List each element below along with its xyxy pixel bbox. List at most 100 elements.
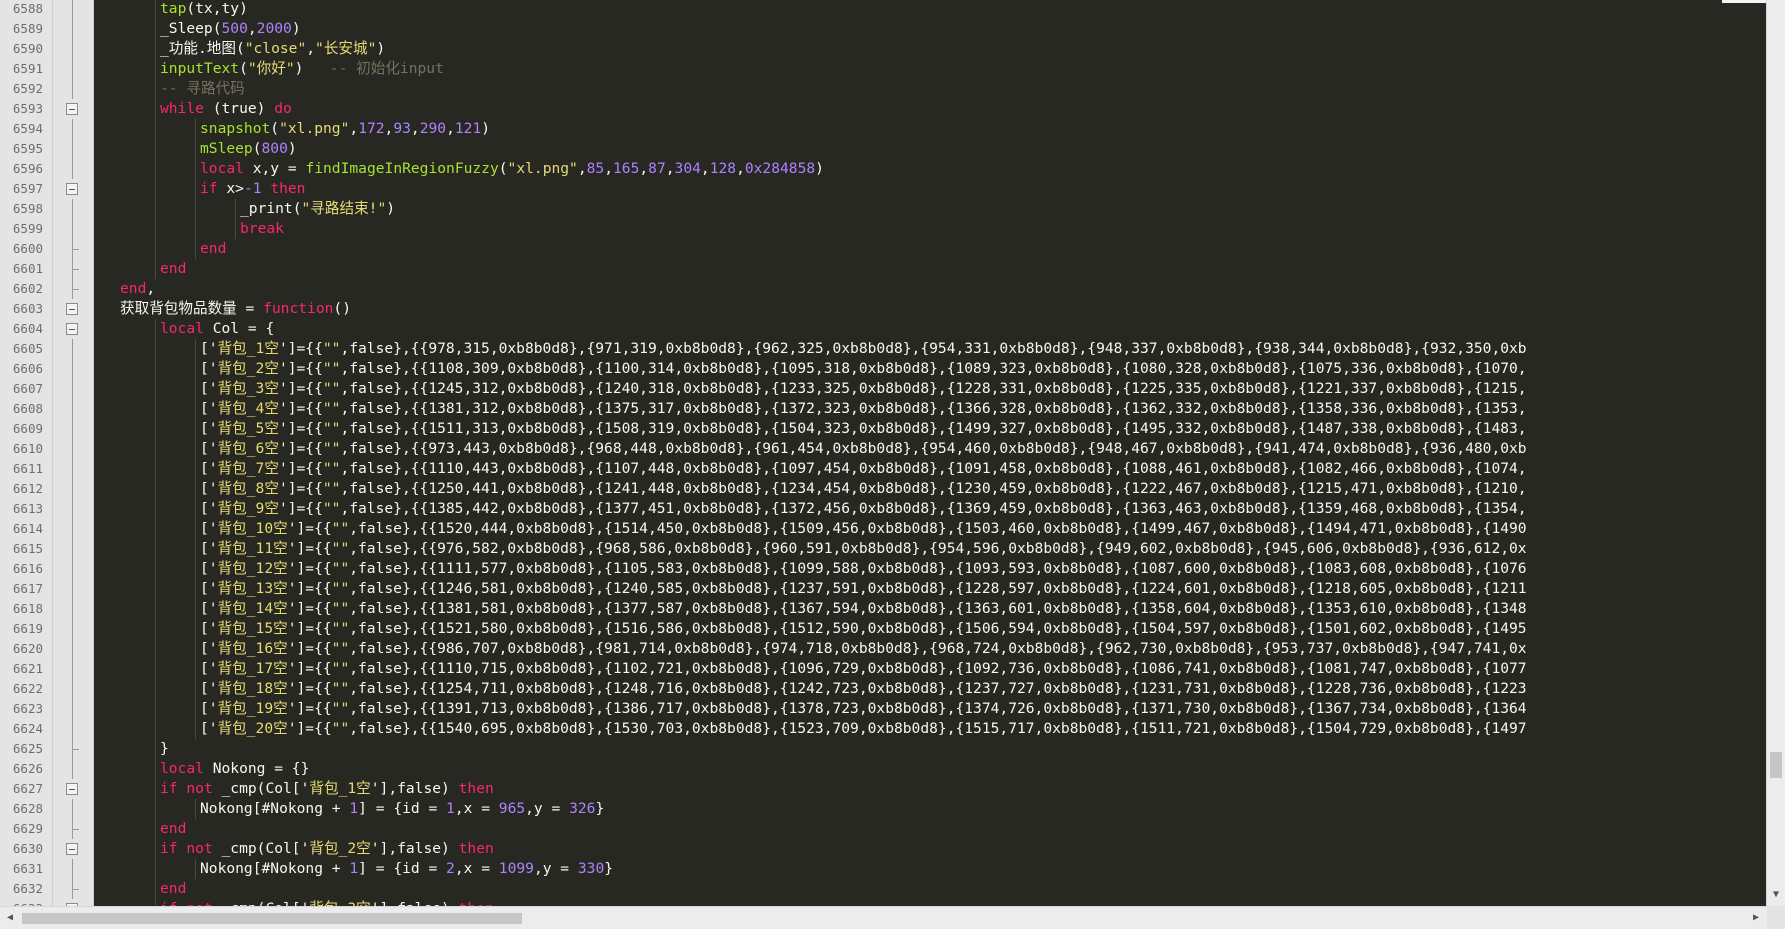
code-line[interactable]: local Nokong = {} — [160, 759, 309, 779]
code-line[interactable]: ['背包_6空']={{"",false},{{973,443,0xb8b0d8… — [200, 439, 1527, 459]
code-line[interactable]: end — [160, 879, 186, 899]
code-token: ,false},{{1540,695,0xb8b0d8},{1530,703,0… — [349, 720, 1527, 737]
horizontal-scroll-thumb[interactable] — [22, 913, 522, 924]
code-line[interactable]: if not _cmp(Col['背包_3空'],false) then — [160, 899, 494, 906]
indent-guide — [155, 219, 156, 239]
code-token: ']={{ — [278, 380, 323, 397]
code-token: [' — [200, 640, 218, 657]
code-line[interactable]: tap(tx,ty) — [160, 0, 248, 19]
code-line[interactable]: while (true) do — [160, 99, 292, 119]
code-line[interactable]: ['背包_19空']={{"",false},{{1391,713,0xb8b0… — [200, 699, 1527, 719]
code-line[interactable]: local Col = { — [160, 319, 274, 339]
code-line[interactable]: _Sleep(500,2000) — [160, 19, 301, 39]
line-number: 6616 — [12, 561, 43, 576]
code-token: end — [120, 280, 147, 297]
code-line[interactable]: ['背包_13空']={{"",false},{{1246,581,0xb8b0… — [200, 579, 1527, 599]
code-token: 2000 — [256, 20, 292, 37]
code-line[interactable]: ['背包_16空']={{"",false},{{986,707,0xb8b0d… — [200, 639, 1527, 659]
code-line[interactable]: 获取背包物品数量 = function() — [120, 299, 351, 319]
code-token: 背包_15空 — [217, 620, 288, 637]
indent-guide — [155, 879, 156, 899]
fold-line — [72, 799, 73, 819]
fold-end-marker — [72, 249, 79, 250]
code-line[interactable]: _print("寻路结束!") — [240, 199, 395, 219]
code-line[interactable]: ['背包_1空']={{"",false},{{978,315,0xb8b0d8… — [200, 339, 1527, 359]
vertical-scrollbar[interactable]: ▼ — [1766, 0, 1785, 906]
code-token: findImageInRegionFuzzy — [305, 160, 499, 177]
fold-margin[interactable] — [53, 0, 94, 915]
line-number: 6597 — [12, 181, 43, 196]
code-line[interactable]: ['背包_12空']={{"",false},{{1111,577,0xb8b0… — [200, 559, 1527, 579]
code-line[interactable]: end — [160, 259, 186, 279]
code-line[interactable]: ['背包_10空']={{"",false},{{1520,444,0xb8b0… — [200, 519, 1527, 539]
code-line[interactable]: ['背包_18空']={{"",false},{{1254,711,0xb8b0… — [200, 679, 1527, 699]
code-token: ']={{ — [287, 640, 332, 657]
code-line[interactable]: _功能.地图("close","长安城") — [160, 39, 385, 59]
line-number: 6603 — [12, 301, 43, 316]
fold-minus-icon[interactable] — [66, 843, 78, 855]
code-line[interactable]: local x,y = findImageInRegionFuzzy("xl.p… — [200, 159, 824, 179]
horizontal-scrollbar[interactable]: ◀ ▶ — [0, 906, 1767, 929]
code-line[interactable]: ['背包_7空']={{"",false},{{1110,443,0xb8b0d… — [200, 459, 1527, 479]
code-token: ,false},{{1110,443,0xb8b0d8},{1107,448,0… — [340, 460, 1527, 477]
code-line[interactable]: ['背包_11空']={{"",false},{{976,582,0xb8b0d… — [200, 539, 1527, 559]
scroll-right-arrow-icon[interactable]: ▶ — [1750, 912, 1762, 924]
indent-guide — [235, 219, 236, 239]
code-line[interactable]: Nokong[#Nokong + 1] = {id = 1,x = 965,y … — [200, 799, 604, 819]
code-token: _print( — [240, 200, 302, 217]
code-line[interactable]: ['背包_8空']={{"",false},{{1250,441,0xb8b0d… — [200, 479, 1527, 499]
fold-end-marker — [72, 749, 79, 750]
code-area[interactable]: tap(tx,ty) _Sleep(500,2000) _功能.地图("close"… — [94, 0, 1767, 906]
code-line[interactable]: ['背包_9空']={{"",false},{{1385,442,0xb8b0d… — [200, 499, 1527, 519]
code-line[interactable]: ['背包_3空']={{"",false},{{1245,312,0xb8b0d… — [200, 379, 1527, 399]
vertical-scroll-thumb[interactable] — [1770, 752, 1782, 778]
scroll-down-arrow-icon[interactable]: ▼ — [1770, 889, 1782, 901]
code-editor[interactable]: 6588 6589 6590 6591 6592 6593 6594 6595 6596 6597… — [0, 0, 1785, 929]
indent-guide — [155, 99, 156, 119]
fold-minus-icon[interactable] — [66, 103, 78, 115]
code-line[interactable]: ['背包_20空']={{"",false},{{1540,695,0xb8b0… — [200, 719, 1527, 739]
code-line[interactable]: end — [200, 239, 226, 259]
line-number: 6602 — [12, 281, 43, 296]
code-line[interactable]: ['背包_4空']={{"",false},{{1381,312,0xb8b0d… — [200, 399, 1527, 419]
code-token: ,false},{{1246,581,0xb8b0d8},{1240,585,0… — [349, 580, 1527, 597]
code-line[interactable]: ['背包_5空']={{"",false},{{1511,313,0xb8b0d… — [200, 419, 1527, 439]
code-line[interactable]: if x>-1 then — [200, 179, 305, 199]
code-token: , — [577, 160, 587, 177]
line-number: 6618 — [12, 601, 43, 616]
code-line[interactable]: ['背包_17空']={{"",false},{{1110,715,0xb8b0… — [200, 659, 1527, 679]
code-line[interactable]: if not _cmp(Col['背包_1空'],false) then — [160, 779, 494, 799]
code-line[interactable]: snapshot("xl.png",172,93,290,121) — [200, 119, 490, 139]
code-line[interactable]: end, — [120, 279, 155, 299]
code-line[interactable]: if not _cmp(Col['背包_2空'],false) then — [160, 839, 494, 859]
code-token: 85 — [586, 160, 605, 177]
indent-guide — [155, 559, 156, 579]
fold-minus-icon[interactable] — [66, 183, 78, 195]
code-line[interactable]: ['背包_2空']={{"",false},{{1108,309,0xb8b0d… — [200, 359, 1527, 379]
code-line[interactable]: break — [240, 219, 284, 239]
code-token: 背包_16空 — [217, 640, 288, 657]
fold-minus-icon[interactable] — [66, 303, 78, 315]
code-line[interactable]: mSleep(800) — [200, 139, 297, 159]
code-line[interactable]: end — [160, 819, 186, 839]
scroll-left-arrow-icon[interactable]: ◀ — [4, 912, 16, 924]
line-number: 6629 — [12, 821, 43, 836]
code-line[interactable]: ['背包_15空']={{"",false},{{1521,580,0xb8b0… — [200, 619, 1527, 639]
line-number: 6590 — [12, 41, 43, 56]
code-token: 2 — [446, 860, 455, 877]
code-token: "" — [331, 660, 350, 677]
fold-minus-icon[interactable] — [66, 323, 78, 335]
code-line[interactable]: } — [160, 739, 169, 759]
code-line[interactable]: ['背包_14空']={{"",false},{{1381,581,0xb8b0… — [200, 599, 1527, 619]
code-line[interactable]: -- 寻路代码 — [160, 79, 245, 99]
code-token: 背包_20空 — [217, 720, 288, 737]
code-line[interactable]: Nokong[#Nokong + 1] = {id = 2,x = 1099,y… — [200, 859, 613, 879]
code-token: "" — [331, 700, 350, 717]
code-token: ) — [815, 160, 824, 177]
fold-line — [72, 19, 73, 39]
code-line[interactable]: inputText("你好") -- 初始化input — [160, 59, 444, 79]
fold-minus-icon[interactable] — [66, 783, 78, 795]
code-token: ) — [481, 120, 491, 137]
code-token: not — [186, 780, 213, 797]
